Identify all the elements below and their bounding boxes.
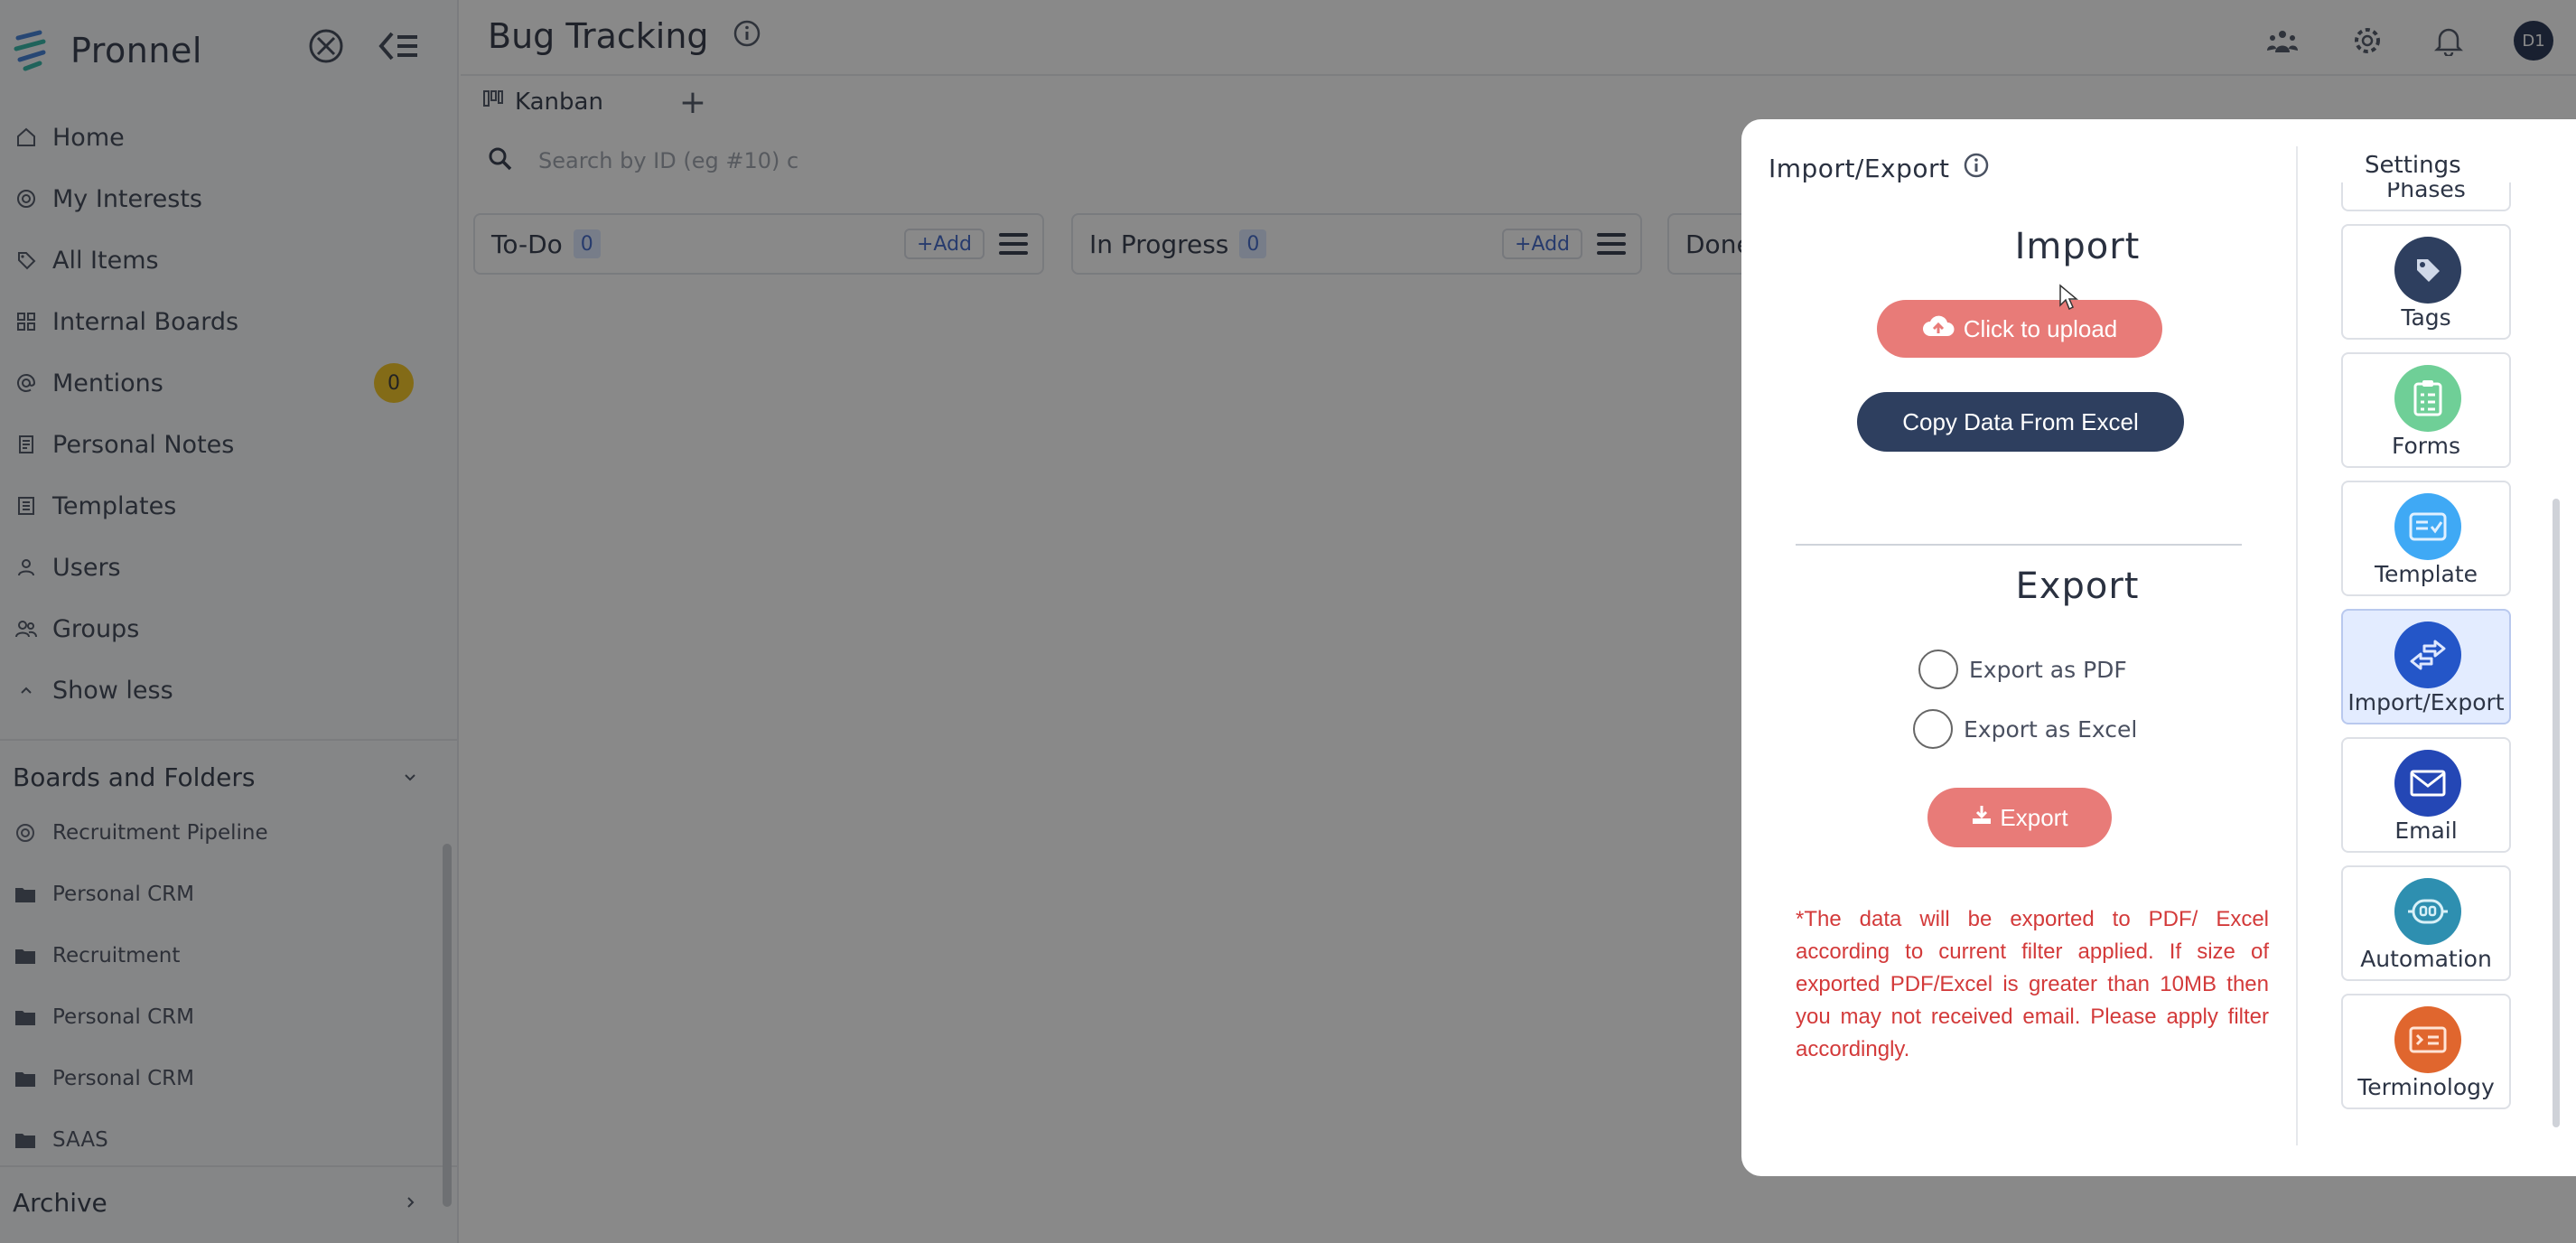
click-to-upload-button[interactable]: Click to upload	[1877, 300, 2162, 358]
template-icon	[2394, 493, 2461, 560]
export-button-label: Export	[2000, 803, 2068, 831]
export-excel-radio[interactable]	[1913, 709, 1953, 749]
settings-item-label: Template	[2374, 561, 2478, 587]
settings-item-label: Forms	[2391, 433, 2460, 459]
settings-item-label: Phases	[2386, 182, 2466, 202]
settings-item-import-export[interactable]: Import/Export	[2341, 609, 2511, 724]
robot-icon	[2394, 878, 2461, 945]
settings-item-label: Terminology	[2357, 1074, 2495, 1100]
export-as-excel-option[interactable]: Export as Excel	[1913, 708, 2137, 750]
settings-item-forms[interactable]: Forms	[2341, 352, 2511, 468]
copy-data-from-excel-button[interactable]: Copy Data From Excel	[1857, 392, 2184, 452]
download-icon	[1971, 804, 1993, 832]
settings-item-template[interactable]: Template	[2341, 481, 2511, 596]
settings-title: Settings	[2365, 152, 2461, 179]
export-heading: Export	[2015, 565, 2140, 607]
tag-icon	[2394, 237, 2461, 304]
settings-list: Phases Tags Forms Template Import/Export…	[2341, 182, 2522, 1145]
settings-item-automation[interactable]: Automation	[2341, 865, 2511, 981]
mail-icon	[2394, 750, 2461, 817]
upload-label: Click to upload	[1963, 314, 2118, 342]
import-heading: Import	[2014, 226, 2141, 267]
cloud-upload-icon	[1922, 314, 1955, 344]
export-pdf-label: Export as PDF	[1969, 656, 2127, 683]
settings-item-terminology[interactable]: Terminology	[2341, 994, 2511, 1109]
settings-item-label: Automation	[2360, 946, 2492, 972]
settings-item-tags[interactable]: Tags	[2341, 224, 2511, 340]
export-excel-label: Export as Excel	[1964, 715, 2138, 743]
export-note: *The data will be exported to PDF/ Excel…	[1796, 907, 2269, 1061]
settings-item-label: Tags	[2401, 304, 2451, 331]
clipboard-icon	[2394, 365, 2461, 432]
export-as-pdf-option[interactable]: Export as PDF	[1918, 649, 2127, 690]
modal-title-text: Import/Export	[1769, 154, 1950, 183]
settings-scrollbar[interactable]	[2553, 499, 2560, 1127]
modal-title: Import/Export	[1769, 152, 1990, 185]
terminology-icon	[2394, 1006, 2461, 1073]
settings-item-label: Import/Export	[2347, 689, 2505, 715]
settings-divider	[2296, 146, 2298, 1145]
export-pdf-radio[interactable]	[1918, 650, 1958, 689]
info-icon[interactable]	[1963, 152, 1990, 185]
settings-item-phases[interactable]: Phases	[2341, 182, 2511, 211]
import-export-modal: Import/Export Import Click to upload Cop…	[1741, 119, 2576, 1176]
section-divider	[1796, 544, 2242, 546]
settings-item-email[interactable]: Email	[2341, 737, 2511, 853]
mouse-cursor-icon	[2058, 284, 2079, 314]
export-button[interactable]: Export	[1927, 788, 2112, 847]
settings-item-label: Email	[2394, 818, 2458, 844]
import-export-icon	[2394, 622, 2461, 688]
